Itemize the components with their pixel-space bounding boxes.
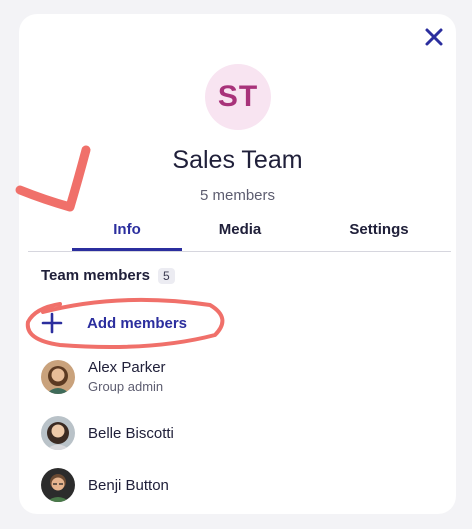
- member-name: Belle Biscotti: [88, 424, 174, 442]
- member-name: Benji Button: [88, 476, 169, 494]
- team-info-dialog: ST Sales Team 5 members Info Media Setti…: [19, 14, 456, 514]
- member-row[interactable]: Benji Button: [41, 468, 169, 502]
- member-count-text: 5 members: [199, 187, 276, 204]
- section-title: Team members: [41, 267, 150, 284]
- plus-icon: [41, 312, 63, 334]
- avatar: [41, 359, 75, 394]
- add-members-button[interactable]: Add members: [41, 310, 187, 336]
- tab-bar: Info Media Settings: [28, 217, 451, 252]
- tab-info[interactable]: Info: [72, 217, 182, 251]
- member-name: Alex Parker: [88, 359, 166, 376]
- member-row[interactable]: Belle Biscotti: [41, 416, 174, 450]
- team-members-header: Team members 5: [41, 267, 175, 284]
- member-role: Group admin: [88, 379, 164, 394]
- avatar: [41, 416, 75, 450]
- close-icon: [425, 28, 443, 46]
- team-avatar: ST: [205, 64, 271, 130]
- member-count-badge: 5: [157, 267, 175, 284]
- add-members-label: Add members: [87, 314, 188, 332]
- tab-settings[interactable]: Settings: [324, 217, 434, 251]
- team-title: Sales Team: [172, 146, 303, 174]
- member-row[interactable]: Alex Parker Group admin: [41, 359, 166, 394]
- avatar: [41, 468, 75, 502]
- tab-media[interactable]: Media: [192, 217, 288, 251]
- team-avatar-initials: ST: [217, 80, 259, 113]
- close-button[interactable]: [422, 25, 446, 49]
